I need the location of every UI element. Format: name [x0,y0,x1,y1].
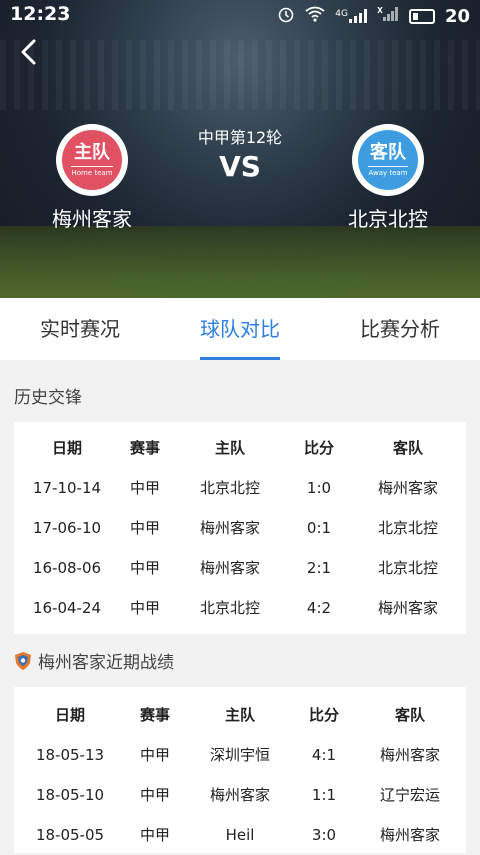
col-away: 客队 [394,706,425,724]
home-logo-text: 主队 [74,141,110,163]
row-date: 16-08-06 [32,559,102,577]
home-logo-badge: 主队 Home team [62,130,122,190]
col-home: 主队 [224,706,255,724]
tab-team-compare[interactable]: 球队对比 [160,298,320,360]
recent-title-text: 梅州客家近期战绩 [38,653,174,673]
row-score: 4:1 [311,746,337,764]
row-away: 梅州客家 [379,746,440,764]
row-score: 2:1 [306,559,332,577]
table-row[interactable]: 16-04-24 中甲 北京北控 4:2 梅州客家 [14,588,466,628]
table-row[interactable]: 16-08-06 中甲 梅州客家 2:1 北京北控 [14,548,466,588]
history-table: 日期 赛事 主队 比分 客队 17-10-14 中甲 北京北控 1:0 梅州客家… [14,422,466,634]
table-header: 日期 赛事 主队 比分 客队 [14,428,466,468]
col-away: 客队 [392,439,423,457]
recent-table: 日期 赛事 主队 比分 客队 18-05-13 中甲 深圳宇恒 4:1 梅州客家… [14,687,466,853]
stadium-field [0,225,480,298]
row-home: 北京北控 [199,599,260,617]
stadium-lights [0,40,480,110]
row-date: 18-05-13 [35,746,105,764]
row-home: Heil [225,826,255,844]
col-date: 日期 [54,706,85,724]
row-competition: 中甲 [139,746,170,764]
table-row[interactable]: 17-10-14 中甲 北京北控 1:0 梅州客家 [14,468,466,508]
signal-2-icon [377,6,399,25]
col-competition: 赛事 [139,706,170,724]
status-icons: 4G 20 [277,5,470,27]
recent-section-title: 梅州客家近期战绩 [14,648,174,673]
status-time: 12:23 [10,3,71,25]
col-competition: 赛事 [129,439,160,457]
col-score: 比分 [308,706,339,724]
row-date: 18-05-10 [35,786,105,804]
home-team-logo[interactable]: 主队 Home team [56,124,128,196]
row-home: 北京北控 [199,479,260,497]
row-competition: 中甲 [129,599,160,617]
row-competition: 中甲 [139,826,170,844]
away-logo-badge: 客队 Away team [358,130,418,190]
col-date: 日期 [51,439,82,457]
row-score: 1:0 [306,479,332,497]
col-score: 比分 [303,439,334,457]
table-row[interactable]: 18-05-05 中甲 Heil 3:0 梅州客家 [14,815,466,855]
away-logo-sub: Away team [368,165,408,177]
row-away: 北京北控 [377,559,438,577]
row-score: 0:1 [306,519,332,537]
match-header: 12:23 4G 20 中甲第12轮 VS 主队 Home team 梅州客家 … [0,0,480,298]
history-title-text: 历史交锋 [14,388,82,408]
away-team-name: 北京北控 [348,207,428,231]
away-team-logo[interactable]: 客队 Away team [352,124,424,196]
table-row[interactable]: 17-06-10 中甲 梅州客家 0:1 北京北控 [14,508,466,548]
row-date: 17-10-14 [32,479,102,497]
row-competition: 中甲 [129,519,160,537]
tab-match-analysis[interactable]: 比赛分析 [320,298,480,360]
col-home: 主队 [214,439,245,457]
table-header: 日期 赛事 主队 比分 客队 [14,695,466,735]
row-date: 18-05-05 [35,826,105,844]
row-home: 梅州客家 [209,786,270,804]
row-competition: 中甲 [129,559,160,577]
row-score: 4:2 [306,599,332,617]
home-team-name: 梅州客家 [52,207,132,231]
home-logo-sub: Home team [71,165,113,177]
row-away: 北京北控 [377,519,438,537]
tab-bar: 实时赛况 球队对比 比赛分析 [0,298,480,360]
battery-level: 20 [444,5,470,27]
row-home: 梅州客家 [199,559,260,577]
row-score: 1:1 [311,786,337,804]
row-score: 3:0 [311,826,337,844]
row-away: 梅州客家 [377,599,438,617]
row-date: 17-06-10 [32,519,102,537]
row-away: 辽宁宏运 [379,786,440,804]
signal-icon: 4G [335,9,367,23]
table-row[interactable]: 18-05-13 中甲 深圳宇恒 4:1 梅州客家 [14,735,466,775]
row-home: 梅州客家 [199,519,260,537]
back-arrow-icon[interactable] [16,38,44,66]
row-competition: 中甲 [129,479,160,497]
history-section-title: 历史交锋 [14,383,82,408]
alarm-icon [277,5,295,27]
status-bar: 12:23 4G 20 [0,0,480,30]
tab-live[interactable]: 实时赛况 [0,298,160,360]
table-row[interactable]: 18-05-10 中甲 梅州客家 1:1 辽宁宏运 [14,775,466,815]
wifi-icon [305,6,325,26]
team-shield-icon [14,651,32,671]
row-date: 16-04-24 [32,599,102,617]
row-home: 深圳宇恒 [209,746,270,764]
battery-icon [408,8,435,24]
row-competition: 中甲 [139,786,170,804]
row-away: 梅州客家 [379,826,440,844]
away-logo-text: 客队 [370,141,406,163]
row-away: 梅州客家 [377,479,438,497]
network-type: 4G [335,9,348,19]
